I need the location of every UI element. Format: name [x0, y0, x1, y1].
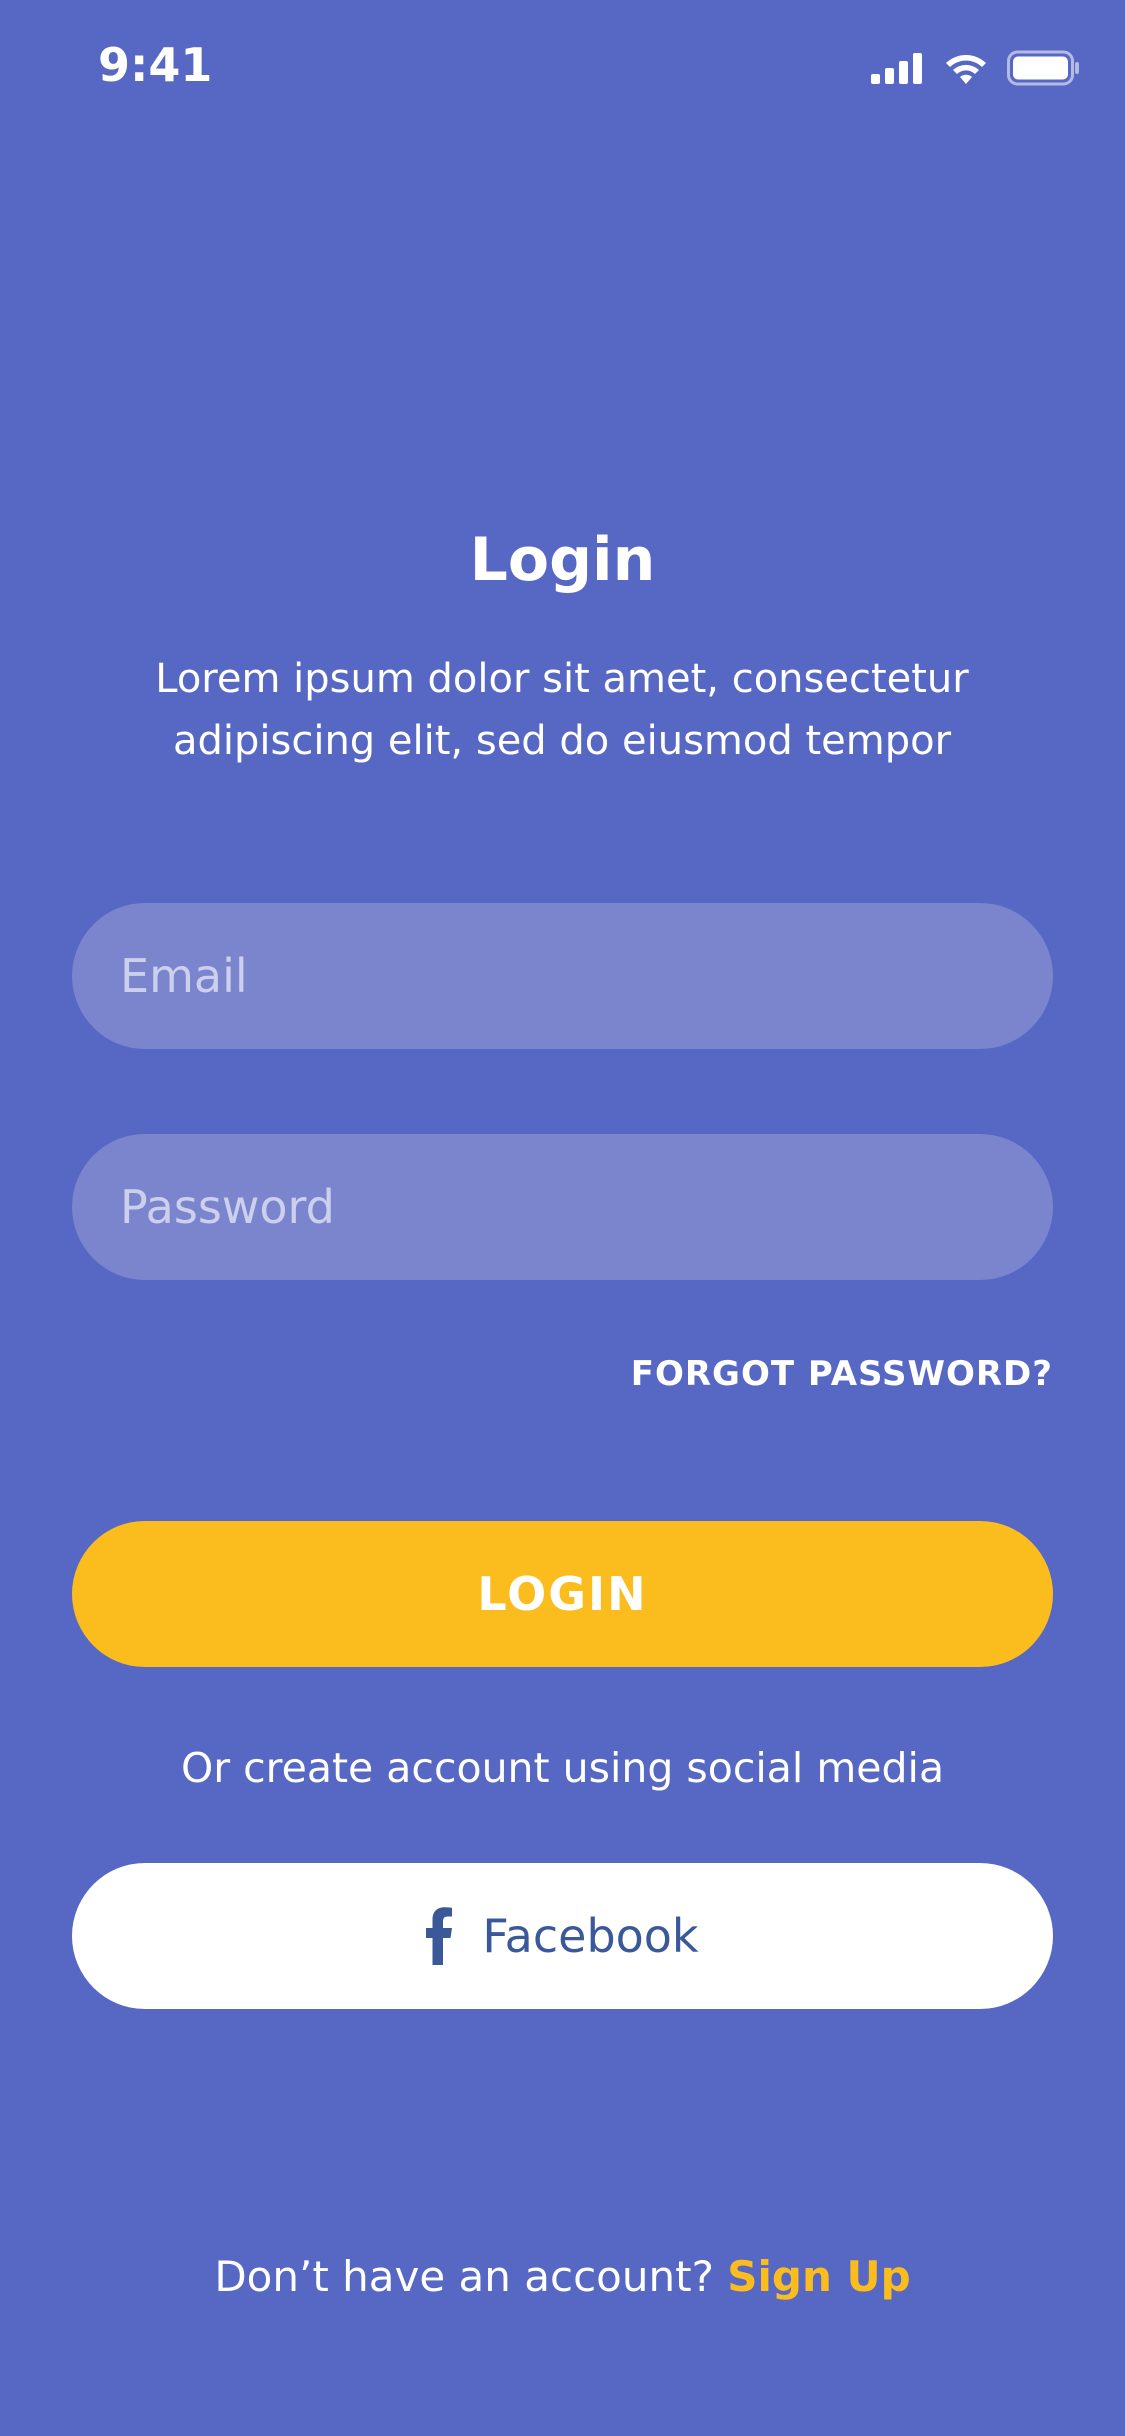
email-field[interactable]	[72, 903, 1053, 1049]
facebook-button-label: Facebook	[482, 1909, 699, 1963]
password-field[interactable]	[72, 1134, 1053, 1280]
login-button-label: LOGIN	[477, 1567, 648, 1621]
page-title: Login	[469, 525, 656, 595]
status-bar: 9:41	[0, 0, 1125, 132]
facebook-icon	[426, 1907, 453, 1965]
cellular-signal-icon	[871, 52, 925, 84]
facebook-button[interactable]: Facebook	[72, 1863, 1053, 2009]
status-icons	[871, 48, 1081, 88]
status-time: 9:41	[98, 38, 213, 92]
social-prompt: Or create account using social media	[180, 1744, 945, 1792]
login-button[interactable]: LOGIN	[72, 1521, 1053, 1667]
battery-icon	[1007, 50, 1081, 86]
page-subtitle: Lorem ipsum dolor sit amet, consectetur …	[155, 656, 969, 764]
signup-footer: Don’t have an account? Sign Up	[0, 2248, 1125, 2306]
signup-link[interactable]: Sign Up	[727, 2252, 910, 2301]
wifi-icon	[943, 51, 989, 85]
forgot-password-link[interactable]: FORGOT PASSWORD?	[631, 1352, 1053, 1396]
signup-prompt: Don’t have an account?	[214, 2252, 714, 2301]
